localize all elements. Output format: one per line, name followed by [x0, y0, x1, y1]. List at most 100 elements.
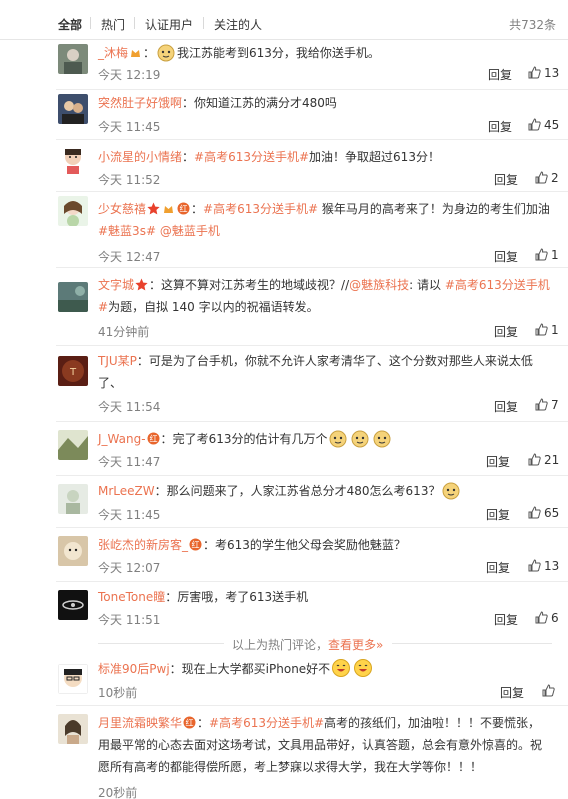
avatar[interactable]	[58, 536, 88, 566]
mention-link[interactable]: @魅蓝手机	[156, 224, 220, 238]
username-link[interactable]: J_Wang-	[98, 432, 146, 446]
username-link[interactable]: 文字城	[98, 278, 134, 292]
doge-emoji-icon	[157, 44, 175, 62]
star-badge-icon[interactable]	[147, 202, 160, 215]
reply-button[interactable]: 回复	[488, 118, 512, 135]
comment-time: 今天 12:07	[98, 561, 161, 575]
topic-link[interactable]: #高考613分送手机#	[203, 202, 318, 216]
topic-link[interactable]: #高考613分送手机#	[194, 150, 309, 164]
reply-button[interactable]: 回复	[486, 453, 510, 470]
like-button[interactable]: 6	[535, 611, 559, 625]
username-link[interactable]: MrLeeZW	[98, 484, 155, 498]
member-crown-icon[interactable]	[129, 46, 142, 59]
like-button[interactable]: 1	[535, 248, 559, 262]
hot-footer-label: 以上为热门评论，查看更多»	[232, 638, 384, 652]
like-button[interactable]	[542, 684, 558, 698]
comment-text: 少女慈禧红：#高考613分送手机# 猴年马月的高考来了！为身边的考生们加油#魅蓝…	[98, 202, 550, 238]
reply-button[interactable]: 回复	[494, 171, 518, 188]
mention-link[interactable]: @魅族科技	[349, 278, 409, 292]
comment-text: 文字城 ：这算不算对江苏考生的地域歧视？//@魅族科技: 请以 #高考613分送手…	[98, 278, 550, 314]
username-link[interactable]: 少女慈禧	[98, 202, 146, 216]
red-envelope-badge-icon[interactable]: 红	[177, 202, 190, 215]
comment-text: MrLeeZW：那么问题来了，人家江苏省总分才480怎么考613？	[98, 480, 552, 502]
comment-text: 月里流霜映繁华红：#高考613分送手机#高考的孩纸们，加油啦！！！不要慌张，用最…	[98, 716, 543, 774]
like-button[interactable]: 45	[528, 118, 559, 132]
like-button[interactable]: 13	[528, 559, 559, 573]
like-count: 1	[551, 323, 559, 337]
like-button[interactable]: 1	[535, 323, 559, 337]
tab-all[interactable]: 全部	[58, 16, 82, 33]
comment-time: 今天 11:51	[98, 613, 161, 627]
like-count: 45	[544, 118, 560, 132]
thumbs-up-icon	[528, 453, 541, 466]
comment-text: 张屹杰的新房客_ 红：考613的学生他父母会奖励他魅蓝？	[98, 538, 406, 552]
red-envelope-badge-icon[interactable]: 红	[147, 432, 160, 445]
avatar[interactable]	[58, 94, 88, 124]
topic-link[interactable]: #魅蓝3s#	[98, 224, 156, 238]
hot-comments-footer: 以上为热门评论，查看更多»	[0, 632, 568, 654]
doge-emoji-icon	[442, 482, 460, 500]
like-button[interactable]: 7	[535, 398, 559, 412]
star-badge-icon[interactable]	[135, 278, 148, 291]
avatar[interactable]	[58, 196, 88, 226]
comment-item: 标准90后Pwj：现在上大学都买iPhone好不 10秒前 回复	[0, 656, 568, 706]
member-crown-icon[interactable]	[162, 202, 175, 215]
avatar[interactable]	[58, 282, 88, 312]
svg-text:T: T	[69, 367, 77, 378]
like-button[interactable]: 2	[535, 171, 559, 185]
reply-button[interactable]: 回复	[486, 559, 510, 576]
like-count: 65	[544, 506, 560, 520]
thumbs-up-icon	[528, 506, 541, 519]
comment-text: TJU某P：可是为了台手机，你就不允许人家考清华了、这个分数对那些人来说太低了、	[98, 354, 533, 390]
comment-text: J_Wang- 红：完了考613分的估计有几万个	[98, 428, 552, 450]
username-link[interactable]: 突然肚子好饿啊	[98, 96, 182, 110]
comment-time: 今天 12:19	[98, 68, 161, 82]
like-button[interactable]: 13	[528, 66, 559, 80]
avatar[interactable]	[58, 664, 88, 694]
grin-emoji-icon	[332, 659, 351, 677]
doge-emoji-icon	[329, 430, 347, 448]
comment-item: MrLeeZW：那么问题来了，人家江苏省总分才480怎么考613？ 今天 11:…	[0, 476, 568, 528]
svg-text:红: 红	[149, 434, 157, 444]
thumbs-up-icon	[542, 684, 555, 697]
avatar[interactable]	[58, 714, 88, 744]
avatar[interactable]	[58, 590, 88, 620]
comment-item: 月里流霜映繁华红：#高考613分送手机#高考的孩纸们，加油啦！！！不要慌张，用最…	[0, 706, 568, 799]
username-link[interactable]: 月里流霜映繁华	[98, 716, 182, 730]
tab-hot[interactable]: 热门	[101, 16, 125, 33]
tab-verified-users[interactable]: 认证用户	[145, 16, 193, 33]
reply-button[interactable]: 回复	[486, 506, 510, 523]
comment-time: 今天 11:45	[98, 120, 161, 134]
comment-time: 41分钟前	[98, 325, 150, 339]
avatar[interactable]	[58, 144, 88, 174]
comment-time: 今天 11:52	[98, 173, 161, 187]
username-link[interactable]: ToneTone瞳	[98, 590, 165, 604]
red-envelope-badge-icon[interactable]: 红	[189, 538, 202, 551]
reply-button[interactable]: 回复	[500, 684, 524, 701]
username-link[interactable]: TJU某P	[98, 354, 137, 368]
like-button[interactable]: 21	[528, 453, 559, 467]
avatar[interactable]	[58, 430, 88, 460]
reply-button[interactable]: 回复	[488, 66, 512, 83]
svg-text:红: 红	[192, 540, 200, 550]
comment-text: _沐梅：我江苏能考到613分，我给你送手机。	[98, 42, 552, 64]
reply-button[interactable]: 回复	[494, 248, 518, 265]
username-link[interactable]: 张屹杰的新房客_	[98, 538, 188, 552]
see-more-link[interactable]: 查看更多»	[328, 638, 383, 652]
comment-time: 今天 12:47	[98, 250, 161, 264]
topic-link[interactable]: #高考613分送手机#	[209, 716, 324, 730]
reply-button[interactable]: 回复	[494, 323, 518, 340]
avatar[interactable]	[58, 44, 88, 74]
comment-item: 张屹杰的新房客_ 红：考613的学生他父母会奖励他魅蓝？ 今天 12:07 回复 …	[0, 528, 568, 582]
tab-following[interactable]: 关注的人	[214, 16, 262, 33]
username-link[interactable]: 小流星的小情绪	[98, 150, 182, 164]
red-envelope-badge-icon[interactable]: 红	[183, 716, 196, 729]
username-link[interactable]: 标准90后Pwj	[98, 662, 170, 676]
avatar[interactable]: T	[58, 356, 88, 386]
reply-button[interactable]: 回复	[494, 398, 518, 415]
like-button[interactable]: 65	[528, 506, 559, 520]
divider	[392, 643, 552, 644]
reply-button[interactable]: 回复	[494, 611, 518, 628]
username-link[interactable]: _沐梅	[98, 46, 128, 60]
avatar[interactable]	[58, 484, 88, 514]
